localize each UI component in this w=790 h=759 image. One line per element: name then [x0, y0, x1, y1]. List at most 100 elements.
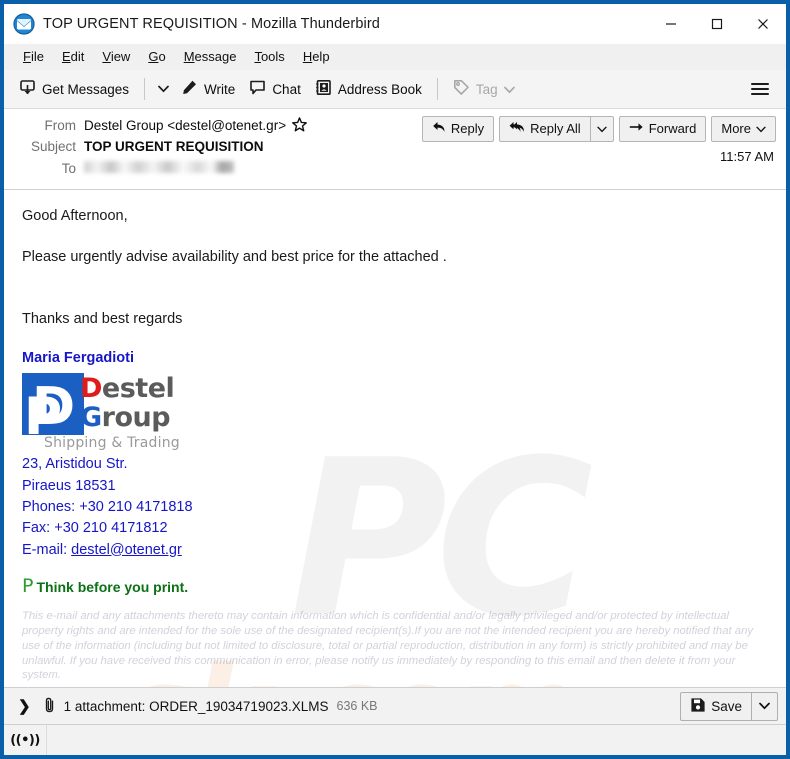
logo-word-group: Group — [80, 402, 171, 434]
hamburger-bar-3 — [751, 93, 769, 95]
reply-button[interactable]: Reply — [421, 116, 495, 142]
menu-edit-rest: dit — [70, 49, 85, 64]
from-value-wrap: Destel Group <destel@otenet.gr> — [84, 117, 308, 135]
speech-bubble-icon — [249, 79, 266, 99]
more-label: More — [721, 121, 751, 136]
subject-value: TOP URGENT REQUISITION — [84, 139, 264, 154]
tag-icon — [453, 79, 470, 99]
subject-label: Subject — [30, 139, 76, 154]
chat-label: Chat — [272, 81, 301, 97]
tag-chevron-down-icon — [503, 82, 515, 97]
write-button[interactable]: Write — [174, 75, 242, 103]
logo-destel-initial: D — [80, 373, 102, 405]
window-title: TOP URGENT REQUISITION - Mozilla Thunder… — [43, 16, 380, 32]
think-before-print: P Think before you print. — [22, 573, 768, 600]
save-label: Save — [711, 698, 742, 714]
contact-email-label: E-mail: — [22, 541, 72, 558]
greeting-text: Good Afternoon, — [22, 208, 128, 224]
attachment-size: 636 KB — [336, 699, 378, 713]
menu-help[interactable]: Help — [294, 46, 339, 67]
tag-button[interactable]: Tag — [446, 75, 522, 103]
contact-city: Piraeus 18531 — [22, 477, 116, 494]
to-label: To — [61, 161, 76, 176]
address-book-button[interactable]: Address Book — [308, 75, 429, 103]
message-action-buttons: Reply Reply All Forward More — [421, 116, 776, 142]
to-value-wrap — [84, 161, 234, 173]
address-book-label: Address Book — [337, 81, 422, 97]
star-outline-icon[interactable] — [292, 117, 308, 135]
request-text: Please urgently advise availability and … — [22, 248, 447, 265]
logo-group-rest: roup — [101, 402, 171, 434]
forward-button[interactable]: Forward — [618, 116, 707, 142]
title-bar: TOP URGENT REQUISITION - Mozilla Thunder… — [4, 4, 786, 44]
contact-street: 23, Aristidou Str. — [22, 456, 128, 473]
message-header: From Destel Group <destel@otenet.gr> Sub… — [4, 109, 786, 190]
contact-email-row: E-mail: destel@otenet.gr — [22, 540, 768, 561]
address-book-icon — [315, 79, 332, 99]
chat-button[interactable]: Chat — [242, 75, 308, 103]
think-before-print-text: Think before you print. — [36, 578, 189, 595]
destel-group-logo: D P Destel Group Shipping & Trading — [22, 373, 190, 451]
closing-text: Thanks and best regards — [22, 311, 183, 328]
from-value[interactable]: Destel Group <destel@otenet.gr> — [84, 118, 286, 133]
attachment-bar: ❯ 1 attachment: ORDER_19034719023.XLMS 6… — [4, 687, 786, 724]
menu-view-rest: iew — [110, 49, 131, 64]
thunderbird-window: TOP URGENT REQUISITION - Mozilla Thunder… — [0, 0, 790, 759]
menu-view[interactable]: View — [93, 46, 139, 67]
thunderbird-icon — [13, 13, 35, 35]
get-messages-button[interactable]: Get Messages — [12, 75, 136, 103]
menu-message[interactable]: Message — [175, 46, 246, 67]
app-menu-button[interactable] — [742, 75, 778, 103]
broadcast-online-icon[interactable]: ((•)) — [4, 725, 47, 755]
save-attachment-group: Save — [680, 691, 778, 721]
menu-go-rest: o — [158, 49, 166, 64]
get-messages-label: Get Messages — [42, 81, 130, 97]
main-toolbar: Get Messages Write Chat Address Book Tag — [4, 70, 786, 109]
menu-go[interactable]: Go — [139, 46, 174, 67]
more-button[interactable]: More — [711, 116, 776, 142]
from-label: From — [44, 118, 77, 134]
reply-label: Reply — [450, 121, 485, 136]
attachment-text: 1 attachment: ORDER_19034719023.XLMS — [63, 698, 329, 714]
hamburger-menu-icon — [751, 83, 769, 85]
window-frame: TOP URGENT REQUISITION - Mozilla Thunder… — [4, 4, 786, 755]
reply-all-button[interactable]: Reply All — [499, 116, 590, 142]
message-time: 11:57 AM — [720, 149, 774, 164]
menu-file[interactable]: File — [14, 46, 53, 67]
reply-arrow-icon — [432, 121, 446, 137]
signature-contact-block: 23, Aristidou Str. Piraeus 18531 Phones:… — [22, 454, 768, 561]
attachment-expand-button[interactable]: ❯ — [12, 695, 37, 717]
get-messages-dropdown[interactable] — [153, 81, 174, 97]
save-button[interactable]: Save — [680, 691, 751, 721]
minimize-button[interactable] — [648, 4, 694, 44]
recycle-p-icon: P — [22, 574, 34, 597]
logo-tagline: Shipping & Trading — [44, 435, 180, 452]
window-controls — [648, 4, 786, 44]
logo-destel-rest: estel — [101, 373, 175, 405]
reply-all-dropdown[interactable] — [589, 116, 614, 142]
forward-arrow-icon — [629, 121, 644, 137]
legal-disclaimer: This e-mail and any attachments thereto … — [22, 609, 753, 682]
toolbar-separator-2 — [436, 78, 438, 100]
contact-email-link[interactable]: destel@otenet.gr — [71, 542, 182, 558]
menu-file-rest: ile — [30, 49, 44, 64]
more-chevron-down-icon — [756, 121, 766, 137]
logo-group-initial: G — [80, 402, 102, 434]
reply-all-label: Reply All — [530, 121, 581, 136]
pencil-icon — [181, 79, 198, 99]
close-button[interactable] — [740, 4, 786, 44]
menu-edit[interactable]: Edit — [53, 46, 93, 67]
logo-letter-p: P — [24, 387, 63, 448]
menu-tools[interactable]: Tools — [245, 46, 293, 67]
message-body-content: Good Afternoon, Please urgently advise a… — [22, 206, 768, 683]
reply-all-group: Reply All — [499, 116, 614, 142]
forward-label: Forward — [648, 121, 697, 136]
inbox-download-icon — [19, 79, 36, 99]
save-disk-icon — [690, 697, 706, 716]
write-label: Write — [204, 81, 236, 97]
hamburger-bar-2 — [751, 88, 769, 90]
maximize-button[interactable] — [694, 4, 740, 44]
save-dropdown-button[interactable] — [751, 691, 778, 721]
tag-label: Tag — [475, 81, 498, 97]
menu-help-rest: elp — [312, 49, 330, 64]
